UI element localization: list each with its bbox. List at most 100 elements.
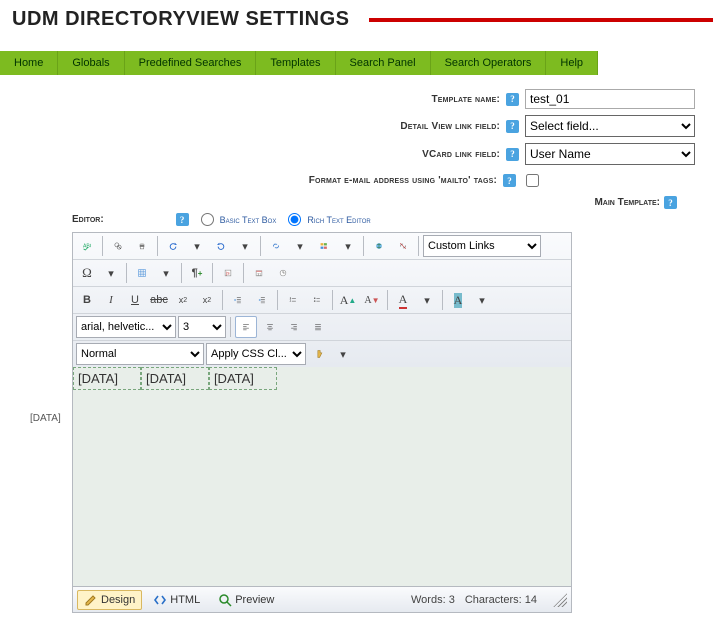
help-icon[interactable]: ? [506,93,519,106]
font-size-select[interactable]: 3 [178,316,226,338]
template-name-label: Template name: [431,94,500,105]
svg-text:31: 31 [257,272,261,276]
font-family-select[interactable]: arial, helvetic... [76,316,176,338]
ordered-list-icon[interactable]: 12 [282,289,304,311]
redo-icon[interactable] [210,235,232,257]
radio-rich[interactable] [288,213,301,226]
placeholder-cell[interactable]: [DATA] [141,367,209,390]
help-icon[interactable]: ? [506,148,519,161]
code-icon [153,593,167,607]
resize-handle-icon[interactable] [553,593,567,607]
header-rule [369,18,713,22]
vcard-label: VCard link field: [422,149,500,160]
svg-text:2: 2 [290,299,292,303]
custom-links-select[interactable]: Custom Links [423,235,541,257]
editor-label: Editor: [72,214,104,225]
help-icon[interactable]: ? [506,120,519,133]
strike-button[interactable]: abc [148,289,170,311]
detail-view-label: Detail View link field: [400,121,500,132]
nav-predefined[interactable]: Predefined Searches [125,51,257,75]
paragraph-icon[interactable]: ¶+ [186,262,208,284]
undo-icon[interactable] [162,235,184,257]
backcolor-split-icon[interactable]: ▾ [471,289,493,311]
date-icon[interactable]: 31 [248,262,270,284]
html-mode-button[interactable]: HTML [146,590,207,610]
undo-split-icon[interactable]: ▾ [186,235,208,257]
font-shrink-icon[interactable]: A▼ [361,289,383,311]
magnifier-icon [218,593,232,607]
format-painter-icon[interactable] [308,343,330,365]
placeholder-cell[interactable]: [DATA] [73,367,141,390]
nav-search-operators[interactable]: Search Operators [431,51,547,75]
pencil-icon [84,593,98,607]
page-title: UDM DIRECTORYVIEW SETTINGS [12,8,349,31]
unordered-list-icon[interactable] [306,289,328,311]
find-icon[interactable] [107,235,129,257]
radio-basic-label: Basic Text Box [220,215,277,225]
radio-basic[interactable] [201,213,214,226]
indent-icon[interactable] [251,289,273,311]
redo-split-icon[interactable]: ▾ [234,235,256,257]
radio-rich-label: Rich Text Editor [307,215,370,225]
format-painter-split-icon[interactable]: ▾ [332,343,354,365]
preview-mode-button[interactable]: Preview [211,590,281,610]
editor-toolbar: ABC ▾ ▾ [72,232,572,367]
nav-globals[interactable]: Globals [58,51,124,75]
vcard-select[interactable]: User Name [525,143,695,165]
editor-footer: Design HTML Preview Words: 3 Characters:… [72,587,572,613]
align-left-icon[interactable] [235,316,257,338]
outdent-icon[interactable] [227,289,249,311]
snippet-icon[interactable]: js [217,262,239,284]
placeholder-cell[interactable]: [DATA] [209,367,277,390]
time-icon[interactable] [272,262,294,284]
align-justify-icon[interactable] [307,316,329,338]
italic-button[interactable]: I [100,289,122,311]
superscript-button[interactable]: x2 [172,289,194,311]
settings-form: Template name: ? Detail View link field:… [0,89,725,209]
font-grow-icon[interactable]: A▲ [337,289,359,311]
nav-home[interactable]: Home [0,51,58,75]
image-split-icon[interactable]: ▾ [337,235,359,257]
nav-templates[interactable]: Templates [256,51,335,75]
forecolor-icon[interactable]: A [392,289,414,311]
paragraph-format-select[interactable]: Normal [76,343,204,365]
radio-basic-wrapper[interactable]: Basic Text Box [201,213,277,226]
forecolor-split-icon[interactable]: ▾ [416,289,438,311]
detail-view-select[interactable]: Select field... [525,115,695,137]
help-icon[interactable]: ? [664,196,677,209]
nav-search-panel[interactable]: Search Panel [336,51,431,75]
css-class-select[interactable]: Apply CSS Cl... [206,343,306,365]
radio-rich-wrapper[interactable]: Rich Text Editor [288,213,370,226]
print-icon[interactable] [131,235,153,257]
mailto-label: Format e-mail address using 'mailto' tag… [309,175,497,186]
table-split-icon[interactable]: ▾ [155,262,177,284]
unlink-icon[interactable] [392,235,414,257]
align-right-icon[interactable] [283,316,305,338]
link-icon[interactable] [265,235,287,257]
nav-bar: Home Globals Predefined Searches Templat… [0,51,725,75]
backcolor-icon[interactable]: A [447,289,469,311]
char-count: Characters: 14 [465,594,537,606]
help-icon[interactable]: ? [176,213,189,226]
symbol-split-icon[interactable]: ▾ [100,262,122,284]
main-template-label: Main Template: [594,197,660,208]
link-split-icon[interactable]: ▾ [289,235,311,257]
spellcheck-icon[interactable]: ABC [76,235,98,257]
mailto-checkbox[interactable] [526,174,539,187]
editor-side-placeholder: [DATA] [30,213,72,424]
nav-help[interactable]: Help [546,51,598,75]
design-mode-button[interactable]: Design [77,590,142,610]
subscript-button[interactable]: x2 [196,289,218,311]
table-icon[interactable] [131,262,153,284]
underline-button[interactable]: U [124,289,146,311]
image-manager-icon[interactable] [313,235,335,257]
editor-content[interactable]: [DATA] [DATA] [DATA] [72,367,572,587]
help-icon[interactable]: ? [503,174,516,187]
globe-icon[interactable] [368,235,390,257]
bold-button[interactable]: B [76,289,98,311]
template-name-input[interactable] [525,89,695,109]
symbol-icon[interactable]: Ω [76,262,98,284]
svg-text:js: js [225,271,230,276]
align-center-icon[interactable] [259,316,281,338]
word-count: Words: 3 [411,594,455,606]
